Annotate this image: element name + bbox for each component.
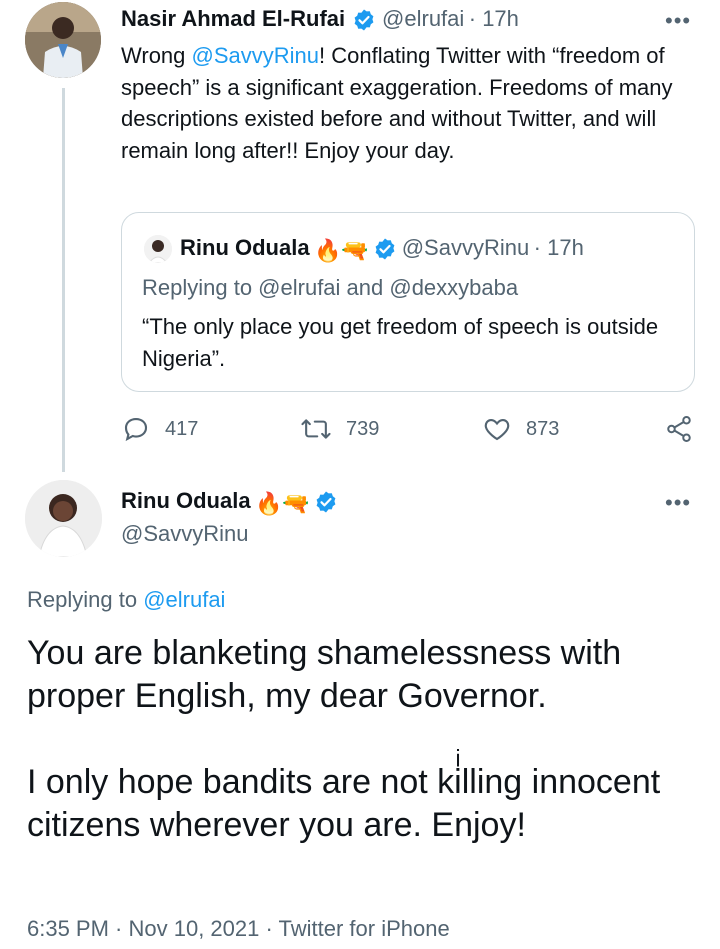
reply-count: 417 (165, 417, 199, 440)
avatar-image (25, 2, 101, 78)
share-action[interactable] (664, 414, 694, 449)
quoted-replying-to: Replying to @elrufai and @dexxybaba (142, 275, 519, 300)
tweet2-paragraph-1: You are blanketing shamelessness with pr… (27, 634, 622, 715)
verified-badge-icon (316, 491, 336, 513)
avatar-savvyrinu[interactable] (25, 480, 102, 557)
tweet1-header: Nasir Ahmad El-Rufai @elrufai · 17h (121, 6, 519, 34)
quoted-time: · 17h (533, 235, 584, 260)
avatar-image (25, 480, 102, 557)
quoted-emojis: 🔥🔫 (314, 237, 369, 263)
reply-action[interactable]: 417 (121, 414, 198, 444)
verified-badge-icon (375, 238, 395, 260)
avatar-image (144, 235, 172, 263)
retweet-icon (301, 419, 331, 439)
tweet-timestamp[interactable]: 6:35 PM · Nov 10, 2021 · Twitter for iPh… (27, 916, 450, 942)
replying-prefix: Replying to (27, 587, 144, 612)
replying-mention[interactable]: @elrufai (143, 587, 225, 612)
quoted-text: “The only place you get freedom of speec… (142, 314, 659, 371)
heart-icon (484, 418, 510, 441)
comment-icon (124, 417, 148, 442)
more-options-icon[interactable]: ••• (665, 10, 691, 32)
thread-line (62, 88, 65, 472)
verified-badge-icon (354, 9, 373, 31)
mention-link[interactable]: @SavvyRinu (192, 43, 320, 68)
author-name[interactable]: Rinu Oduala (121, 488, 251, 513)
quoted-author-name: Rinu Oduala (180, 235, 310, 260)
avatar-elrufai[interactable] (25, 2, 101, 78)
author-handle[interactable]: @elrufai (382, 6, 464, 31)
tweet1-text: Wrong @SavvyRinu! Conflating Twitter wit… (121, 40, 691, 166)
retweet-count: 739 (346, 417, 380, 440)
author-handle[interactable]: @SavvyRinu (121, 521, 249, 547)
quoted-handle: @SavvyRinu (401, 235, 530, 260)
tweet2-paragraph-2: I only hope bandits are not kiͥlling inn… (27, 763, 661, 844)
quoted-tweet[interactable]: Rinu Oduala 🔥🔫 @SavvyRinu · 17h Replying… (121, 212, 695, 392)
more-options-icon[interactable]: ••• (665, 492, 691, 514)
tweet2-header: Rinu Oduala 🔥🔫 (121, 488, 338, 518)
retweet-action[interactable]: 739 (300, 414, 379, 444)
author-emojis: 🔥🔫 (255, 490, 310, 516)
like-action[interactable]: 873 (482, 414, 559, 444)
share-icon (667, 416, 691, 442)
replying-to: Replying to @elrufai (27, 587, 225, 613)
like-count: 873 (526, 417, 560, 440)
tweet2-text: You are blanketing shamelessness with pr… (27, 632, 697, 847)
quoted-avatar (144, 235, 172, 263)
tweet-time[interactable]: · 17h (469, 6, 519, 31)
author-name[interactable]: Nasir Ahmad El-Rufai (121, 6, 345, 31)
quoted-header: Rinu Oduala 🔥🔫 @SavvyRinu · 17h (180, 235, 584, 265)
text-prefix: Wrong (121, 43, 192, 68)
